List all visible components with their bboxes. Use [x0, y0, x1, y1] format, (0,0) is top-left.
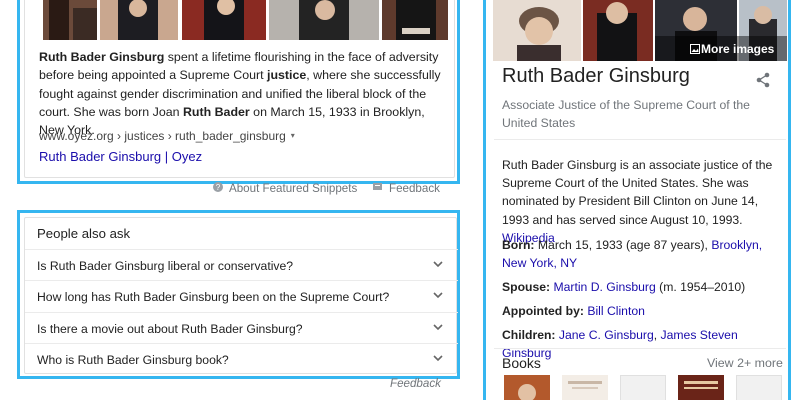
children-label: Children:: [502, 328, 556, 342]
book-cover[interactable]: [736, 375, 782, 400]
book-cover[interactable]: [504, 375, 550, 400]
thumbnail-4[interactable]: [269, 0, 379, 40]
thumbnail-5[interactable]: [382, 0, 448, 40]
people-also-ask-title: People also ask: [37, 226, 131, 241]
kp-divider: [494, 348, 786, 349]
feedback-flag-icon: [373, 182, 383, 195]
about-featured-snippets[interactable]: ? About Featured Snippets: [213, 182, 357, 195]
paa-question-text: Is Ruth Bader Ginsburg liberal or conser…: [37, 259, 294, 273]
kp-subtitle: Associate Justice of the Supreme Court o…: [502, 98, 750, 130]
kp-image-2[interactable]: [583, 0, 653, 61]
born-label: Born:: [502, 238, 535, 252]
child-link[interactable]: Jane C. Ginsburg: [559, 328, 654, 342]
kp-main-image[interactable]: [493, 0, 581, 61]
appointed-by-link[interactable]: Bill Clinton: [587, 304, 645, 318]
kp-description-text: Ruth Bader Ginsburg is an associate just…: [502, 158, 773, 227]
spouse-label: Spouse:: [502, 280, 551, 294]
kp-description: Ruth Bader Ginsburg is an associate just…: [502, 156, 782, 247]
thumbnail-1[interactable]: [43, 0, 97, 40]
featured-snippet-card: Ruth Bader Ginsburg spent a lifetime flo…: [24, 0, 455, 178]
kp-fact-appointed: Appointed by: Bill Clinton: [502, 302, 784, 320]
children-separator: ,: [653, 328, 658, 342]
paa-feedback-link[interactable]: Feedback: [390, 377, 441, 390]
paa-question-text: Is there a movie out about Ruth Bader Gi…: [37, 322, 303, 336]
question-circle-icon: ?: [213, 182, 223, 195]
chevron-down-icon: [433, 261, 443, 268]
paa-question-row[interactable]: How long has Ruth Bader Ginsburg been on…: [25, 280, 458, 311]
thumbnail-2[interactable]: [100, 0, 178, 40]
snippet-bold-text: Ruth Bader: [182, 104, 250, 119]
spouse-dates: (m. 1954–2010): [659, 280, 746, 294]
chevron-down-icon: [433, 355, 443, 362]
knowledge-panel-frame: More images Ruth Bader Ginsburg Associat…: [483, 0, 791, 400]
book-cover[interactable]: [620, 375, 666, 400]
people-also-ask-frame: People also ask Is Ruth Bader Ginsburg l…: [17, 210, 460, 379]
result-breadcrumb: www.oyez.org › justices › ruth_bader_gin…: [39, 129, 295, 143]
kp-divider: [494, 139, 786, 140]
born-value: March 15, 1933 (age 87 years),: [537, 238, 708, 252]
share-icon[interactable]: [755, 72, 771, 88]
chevron-down-icon: [433, 292, 443, 299]
about-featured-snippets-label: About Featured Snippets: [229, 182, 358, 195]
snippet-feedback-label: Feedback: [389, 182, 440, 195]
thumbnail-3[interactable]: [182, 0, 266, 40]
paa-question-text: How long has Ruth Bader Ginsburg been on…: [37, 290, 390, 304]
paa-question-row[interactable]: Who is Ruth Bader Ginsburg book?: [25, 343, 458, 374]
spouse-link[interactable]: Martin D. Ginsburg: [553, 280, 655, 294]
snippet-bold-text: justice: [267, 68, 307, 83]
breadcrumb-url: www.oyez.org › justices › ruth_bader_gin…: [39, 129, 286, 143]
book-cover[interactable]: [678, 375, 724, 400]
chevron-down-icon: [433, 324, 443, 331]
paa-question-row[interactable]: Is there a movie out about Ruth Bader Gi…: [25, 312, 458, 343]
paa-question-text: Who is Ruth Bader Ginsburg book?: [37, 353, 229, 367]
snippet-paragraph: Ruth Bader Ginsburg spent a lifetime flo…: [39, 48, 449, 139]
snippet-bold-text: Ruth Bader Ginsburg: [39, 50, 165, 64]
kp-fact-spouse: Spouse: Martin D. Ginsburg (m. 1954–2010…: [502, 278, 784, 296]
image-icon: [690, 44, 700, 54]
featured-snippet-frame: Ruth Bader Ginsburg spent a lifetime flo…: [17, 0, 460, 184]
result-title-link[interactable]: Ruth Bader Ginsburg | Oyez: [39, 149, 202, 164]
people-also-ask-card: People also ask Is Ruth Bader Ginsburg l…: [24, 217, 458, 374]
snippet-feedback[interactable]: Feedback: [373, 182, 440, 195]
kp-fact-born: Born: March 15, 1933 (age 87 years), Bro…: [502, 236, 784, 272]
more-images-button[interactable]: More images: [701, 42, 774, 56]
books-view-more-link[interactable]: View 2+ more: [707, 356, 783, 370]
book-cover[interactable]: [562, 375, 608, 400]
books-section-title: Books: [502, 355, 541, 371]
breadcrumb-caret-icon[interactable]: ▾: [291, 131, 295, 140]
kp-title: Ruth Bader Ginsburg: [502, 65, 690, 87]
appointed-label: Appointed by:: [502, 304, 584, 318]
svg-text:?: ?: [216, 183, 221, 192]
paa-question-row[interactable]: Is Ruth Bader Ginsburg liberal or conser…: [25, 249, 458, 280]
